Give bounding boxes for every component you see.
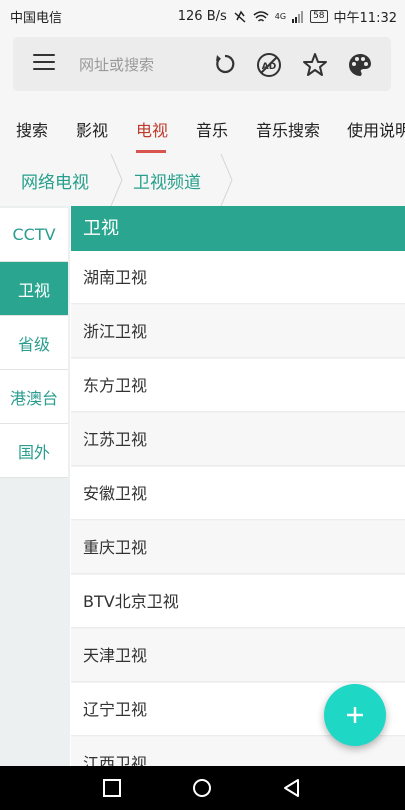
tab-tv[interactable]: 电视	[136, 117, 168, 141]
battery-indicator: 58	[310, 10, 328, 23]
list-item[interactable]: 安徽卫视	[71, 467, 405, 520]
list-item[interactable]: 江苏卫视	[71, 413, 405, 466]
list-item[interactable]: 重庆卫视	[71, 521, 405, 574]
breadcrumb: 网络电视 卫视频道	[0, 154, 405, 206]
top-bar: AD	[0, 30, 405, 100]
sidebar-item-provincial[interactable]: 省级	[0, 316, 68, 370]
tab-video[interactable]: 影视	[76, 117, 108, 141]
list-item[interactable]: 湖南卫视	[71, 251, 405, 304]
ad-block-icon[interactable]: AD	[256, 52, 282, 78]
network-speed: 126 B/s	[177, 9, 227, 24]
tab-instructions[interactable]: 使用说明	[347, 117, 405, 141]
address-bar: AD	[13, 37, 391, 91]
list-item[interactable]: BTV北京卫视	[71, 575, 405, 628]
recent-apps-icon[interactable]	[102, 778, 122, 798]
tab-music-search[interactable]: 音乐搜索	[256, 117, 320, 141]
sidebar-item-foreign[interactable]: 国外	[0, 424, 68, 478]
home-icon[interactable]	[192, 778, 212, 798]
active-tab-indicator	[136, 150, 166, 153]
breadcrumb-network-tv[interactable]: 网络电视	[21, 168, 89, 193]
clock: 中午11:32	[333, 11, 397, 26]
breadcrumb-satellite-channels[interactable]: 卫视频道	[133, 168, 201, 193]
sidebar: CCTV 卫视 省级 港澳台 国外	[0, 206, 70, 766]
sidebar-item-cctv[interactable]: CCTV	[0, 208, 68, 262]
navigation-bar	[0, 766, 405, 810]
wifi-icon	[253, 10, 269, 22]
status-bar: 中国电信 126 B/s 4G 58 中午11:32	[0, 0, 405, 30]
channel-list: 卫视 湖南卫视 浙江卫视 东方卫视 江苏卫视 安徽卫视 重庆卫视 BTV北京卫视…	[71, 206, 405, 766]
network-type: 4G	[274, 12, 287, 21]
signal-icon	[292, 10, 304, 23]
section-title: 卫视	[71, 206, 405, 251]
palette-icon[interactable]	[347, 52, 373, 78]
add-button[interactable]	[324, 684, 386, 746]
sidebar-item-hk-macau-tw[interactable]: 港澳台	[0, 370, 68, 424]
status-right: 126 B/s 4G 58 中午11:32	[178, 7, 397, 26]
url-input[interactable]	[77, 51, 201, 79]
mute-icon	[234, 10, 246, 23]
menu-icon[interactable]	[33, 54, 55, 74]
reload-icon[interactable]	[212, 52, 238, 78]
category-tabs: 搜索 影视 电视 音乐 音乐搜索 使用说明	[0, 100, 405, 155]
tab-music[interactable]: 音乐	[196, 117, 228, 141]
breadcrumb-separator-icon	[220, 154, 233, 206]
star-icon[interactable]	[302, 52, 328, 78]
list-item[interactable]: 浙江卫视	[71, 305, 405, 358]
sidebar-item-satellite[interactable]: 卫视	[0, 262, 68, 316]
list-item[interactable]: 天津卫视	[71, 629, 405, 682]
plus-icon	[347, 707, 363, 723]
carrier-label: 中国电信	[10, 11, 63, 26]
tab-search[interactable]: 搜索	[16, 117, 48, 141]
list-item[interactable]: 东方卫视	[71, 359, 405, 412]
breadcrumb-separator-icon	[110, 154, 123, 206]
back-icon[interactable]	[282, 778, 302, 798]
